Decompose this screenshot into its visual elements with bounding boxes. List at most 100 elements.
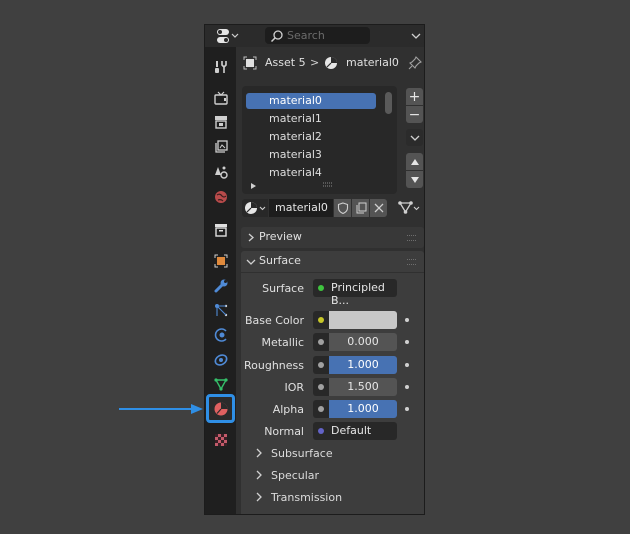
number-field[interactable]: 1.000 (329, 400, 397, 418)
tab-physics[interactable] (205, 324, 236, 346)
list-item[interactable]: material0 (246, 93, 376, 109)
breadcrumb-separator: > (310, 56, 320, 69)
tab-output[interactable] (205, 111, 236, 133)
object-icon (214, 254, 227, 268)
list-scrollbar[interactable] (385, 92, 392, 114)
keyframe-dot[interactable] (405, 318, 409, 322)
material-icon (245, 202, 266, 214)
mesh-data-icon (398, 201, 420, 214)
tab-world[interactable] (205, 186, 236, 208)
keyframe-dot[interactable] (405, 363, 409, 367)
property-label: IOR (284, 381, 304, 394)
property-label: Metallic (261, 336, 304, 349)
chevron-right-icon (256, 470, 262, 480)
keyframe-dot[interactable] (405, 340, 409, 344)
socket-icon[interactable] (313, 311, 329, 329)
remove-slot-button[interactable]: − (406, 106, 423, 123)
slot-specials-button[interactable] (406, 129, 423, 146)
socket-icon[interactable] (313, 378, 329, 396)
wrench-icon (214, 279, 227, 293)
list-item[interactable]: material1 (246, 111, 376, 127)
socket-dot (318, 339, 324, 345)
list-item[interactable]: material4 (246, 165, 376, 181)
panel-drag-grip[interactable] (407, 235, 416, 241)
duplicate-icon (356, 202, 366, 214)
keyframe-dot[interactable] (405, 385, 409, 389)
color-swatch-field[interactable] (329, 311, 397, 329)
browse-material-button[interactable] (242, 199, 268, 217)
unlink-material-button[interactable] (370, 199, 387, 217)
add-slot-button[interactable]: + (406, 88, 423, 105)
pin-icon[interactable] (408, 56, 422, 70)
render-icon (213, 91, 228, 105)
tab-data[interactable] (205, 373, 236, 395)
number-field[interactable]: 0.000 (329, 333, 397, 351)
tab-object[interactable] (205, 250, 236, 272)
shield-icon (337, 202, 348, 214)
panel-surface-header[interactable]: Surface (241, 251, 424, 272)
socket-dot (318, 406, 324, 412)
normal-label: Normal (264, 425, 304, 438)
tab-particles[interactable] (205, 299, 236, 321)
subsection-specular[interactable]: Specular (255, 469, 319, 482)
surface-shader-label: Surface (262, 282, 304, 295)
editor-type-button[interactable] (214, 28, 240, 44)
tab-tool[interactable] (205, 56, 236, 78)
breadcrumb-object: Asset 5 (265, 56, 306, 69)
chevron-right-icon (248, 233, 254, 242)
tool-icon (214, 61, 227, 73)
socket-dot (318, 384, 324, 390)
socket-icon[interactable] (313, 333, 329, 351)
world-icon (214, 191, 227, 203)
constraints-icon (214, 354, 227, 366)
move-slot-up-button[interactable] (406, 153, 423, 170)
tab-list (205, 47, 236, 514)
search-input[interactable]: Search (265, 27, 370, 44)
socket-icon[interactable] (313, 400, 329, 418)
material-name-field[interactable]: material0 (269, 199, 333, 217)
subsection-transmission[interactable]: Transmission (255, 491, 342, 504)
tab-modifiers[interactable] (205, 275, 236, 297)
chevron-right-icon (256, 492, 262, 502)
chevron-right-icon (256, 448, 262, 458)
list-resize-grip[interactable] (322, 182, 334, 188)
duplicate-material-button[interactable] (352, 199, 369, 217)
breadcrumb-material: material0 (346, 56, 399, 69)
move-slot-down-button[interactable] (406, 171, 423, 188)
tab-render[interactable] (205, 87, 236, 109)
chevron-down-icon (246, 259, 256, 265)
options-dropdown[interactable] (407, 27, 424, 44)
object-icon (243, 56, 257, 70)
socket-icon[interactable] (313, 356, 329, 374)
tab-material[interactable] (205, 394, 236, 424)
list-item[interactable]: material2 (246, 129, 376, 145)
properties-editor-icon (217, 29, 239, 43)
number-field[interactable]: 1.000 (329, 356, 397, 374)
particles-icon (214, 304, 227, 317)
panel-preview-header[interactable]: Preview (241, 227, 424, 248)
physics-icon (214, 328, 227, 342)
subsection-subsurface[interactable]: Subsurface (255, 447, 333, 460)
number-field[interactable]: 1.500 (329, 378, 397, 396)
surface-shader-selector[interactable]: Principled B... (313, 279, 397, 307)
tab-constraints[interactable] (205, 348, 236, 370)
link-mode-dropdown[interactable] (397, 199, 423, 217)
breadcrumb: Asset 5 > material0 (243, 55, 423, 73)
tab-collection[interactable] (205, 219, 236, 241)
view-layer-icon (214, 140, 228, 153)
panel-drag-grip[interactable] (407, 259, 416, 265)
shader-socket-icon (318, 285, 324, 291)
tab-texture[interactable] (205, 429, 236, 451)
tab-view-layer[interactable] (205, 136, 236, 158)
annotation-arrow (119, 404, 203, 414)
scene-icon (214, 166, 228, 179)
normal-input[interactable]: Default (313, 422, 397, 440)
property-label: Alpha (272, 403, 304, 416)
socket-dot (318, 362, 324, 368)
fake-user-button[interactable] (334, 199, 351, 217)
keyframe-dot[interactable] (405, 407, 409, 411)
chevron-down-icon (411, 33, 420, 39)
list-item[interactable]: material3 (246, 147, 376, 163)
tab-scene[interactable] (205, 161, 236, 183)
expand-filter-icon[interactable] (250, 182, 258, 190)
